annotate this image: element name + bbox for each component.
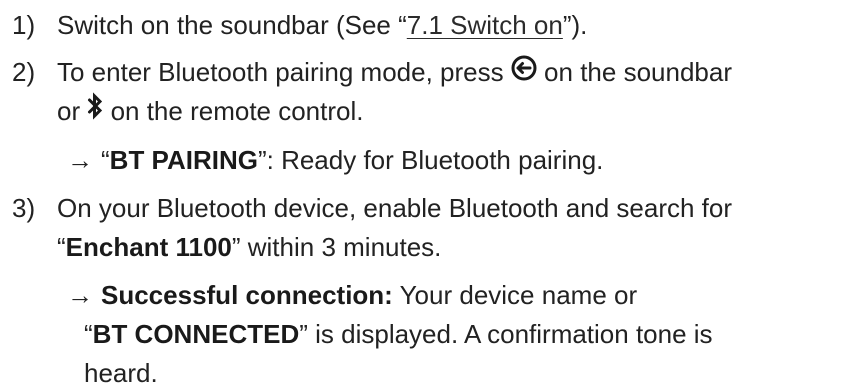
step-2-line-1-before: To enter Bluetooth pairing mode, press — [57, 57, 511, 87]
step-3-result-line-2-rest: ” is displayed. A confirmation tone is — [299, 319, 713, 349]
step-number-1: 1) — [12, 10, 36, 40]
step-3-line-2: “Enchant 1100” within 3 minutes. — [57, 228, 441, 266]
step-3-line-2-quote-open: “ — [57, 232, 66, 262]
successful-connection-label: Successful connection: — [101, 280, 393, 310]
step-1-text-after: ”). — [562, 10, 588, 40]
step-3-line-1: On your Bluetooth device, enable Bluetoo… — [57, 193, 732, 223]
step-2-result-quote-open: “ — [101, 145, 110, 175]
step-2-line-2-before: or — [57, 96, 88, 126]
step-1-text-before: Switch on the soundbar (See “ — [57, 10, 407, 40]
switch-on-link[interactable]: 7.1 Switch on — [407, 10, 563, 40]
step-3-result-line-1-rest: Your device name or — [392, 280, 638, 310]
step-3-result-line-2: “BT CONNECTED” is displayed. A confirmat… — [84, 315, 713, 353]
result-arrow-icon: → — [67, 280, 93, 310]
step-1-text: Switch on the soundbar (See “7.1 Switch … — [57, 6, 587, 44]
step-number-3: 3) — [12, 193, 36, 223]
step-3-line-2-rest: ” within 3 minutes. — [231, 232, 442, 262]
step-number-2: 2) — [12, 57, 36, 87]
result-arrow-icon: → — [67, 145, 93, 175]
step-2-line-2-after: on the remote control. — [103, 96, 364, 126]
step-2-line-2: or on the remote control. — [57, 92, 363, 132]
bluetooth-icon — [87, 92, 103, 130]
step-2-result: → “BT PAIRING”: Ready for Bluetooth pairi… — [67, 141, 603, 179]
step-3-result-line-1: → Successful connection: Your device name… — [67, 276, 637, 314]
step-2-line-1: To enter Bluetooth pairing mode, press o… — [57, 53, 732, 93]
step-2-result-rest: ”: Ready for Bluetooth pairing. — [257, 145, 604, 175]
step-2-line-1-after: on the soundbar — [536, 57, 732, 87]
instruction-list: 1) Switch on the soundbar (See “7.1 Swit… — [0, 0, 858, 391]
device-name-label: Enchant 1100 — [65, 232, 232, 262]
bt-pairing-label: BT PAIRING — [109, 145, 258, 175]
step-3-result-line-3: heard. — [84, 358, 158, 388]
source-input-icon — [511, 53, 537, 91]
bt-connected-label: BT CONNECTED — [92, 319, 300, 349]
step-3-result-line-2-quote-open: “ — [84, 319, 93, 349]
